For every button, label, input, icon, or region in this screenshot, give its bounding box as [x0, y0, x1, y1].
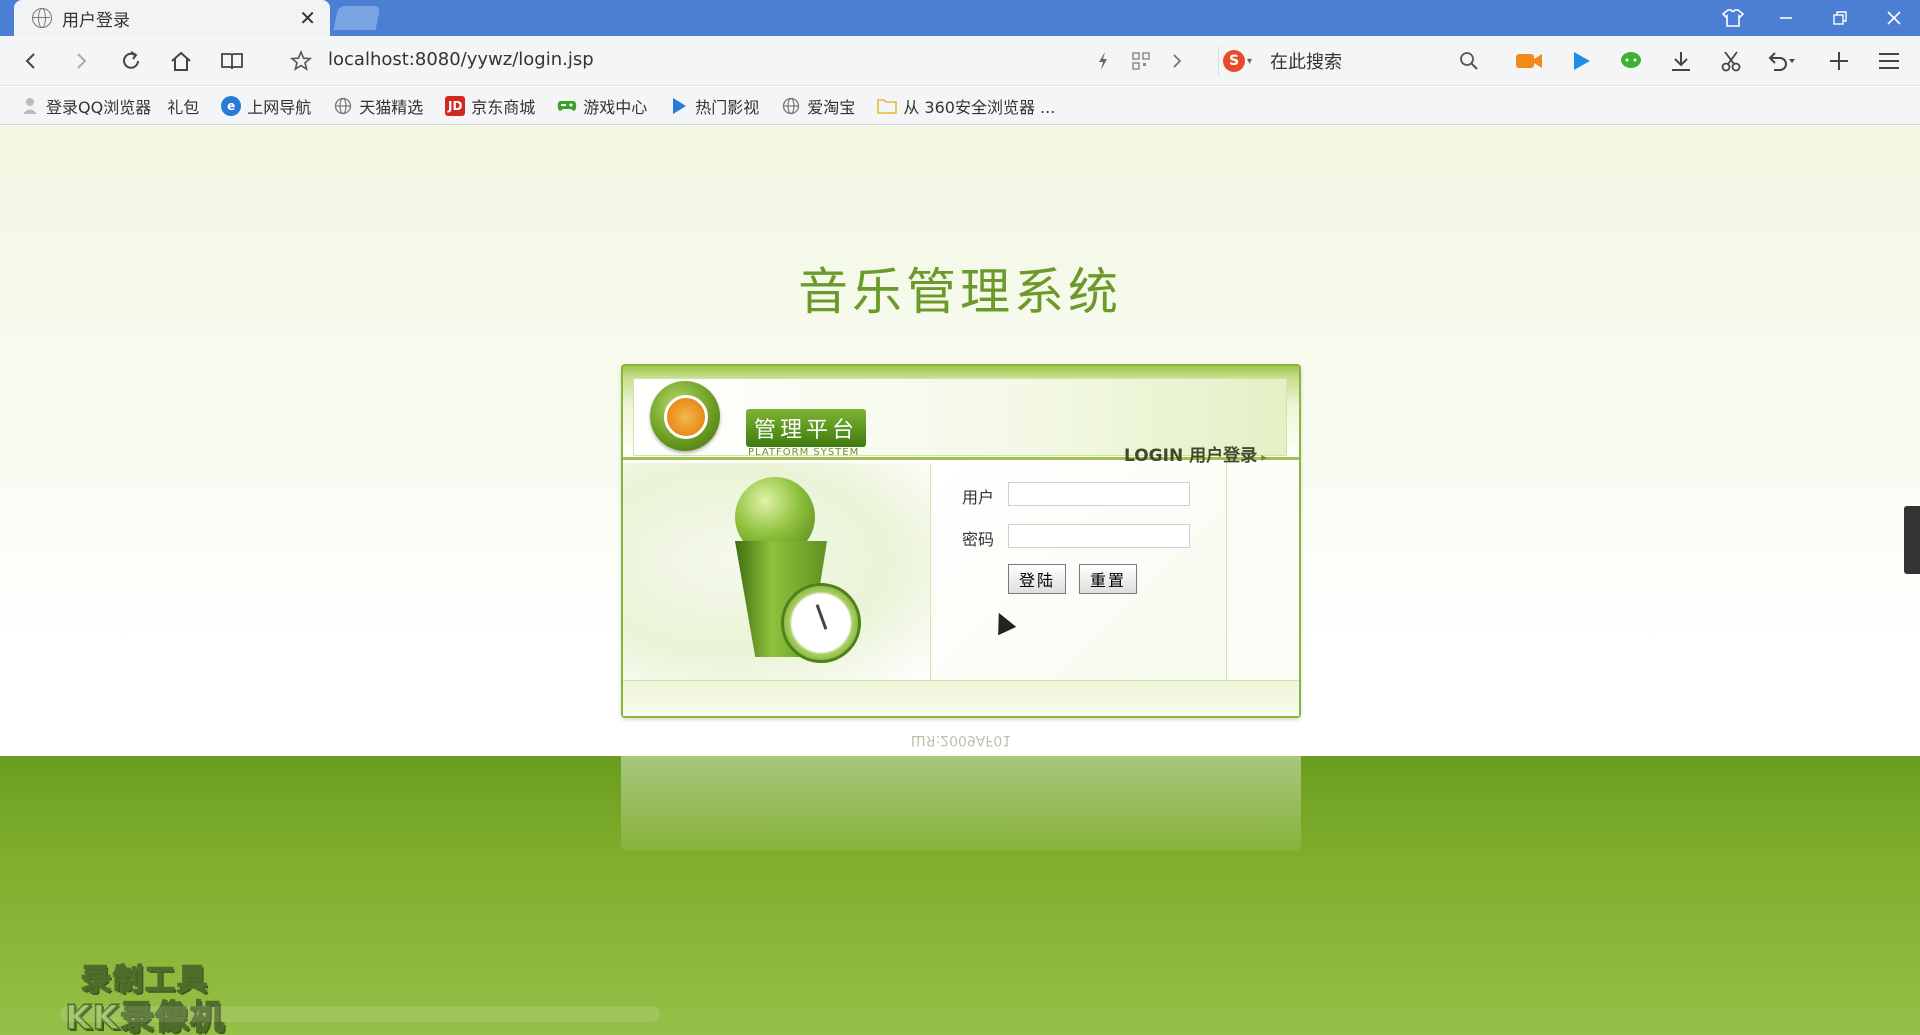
globe-icon: [333, 96, 353, 116]
clock-icon: [781, 583, 861, 663]
tab-close-icon[interactable]: ✕: [299, 6, 316, 30]
menu-icon[interactable]: [1872, 44, 1906, 78]
search-input[interactable]: 在此搜索: [1270, 48, 1342, 74]
bookmark-label: 天猫精选: [359, 97, 424, 117]
search-box[interactable]: S ▾ 在此搜索: [1218, 46, 1488, 76]
reload-button[interactable]: [114, 44, 148, 78]
chevron-right-icon[interactable]: [1160, 44, 1194, 78]
panel-header-inner: 管理平台 PLATFORM SYSTEM LOGIN 用户登录 ▸: [633, 378, 1287, 466]
login-button[interactable]: 登陆: [1008, 564, 1067, 594]
lightning-icon[interactable]: [1086, 44, 1120, 78]
reader-mode-button[interactable]: [215, 44, 249, 78]
folder-icon: [877, 96, 898, 116]
search-icon[interactable]: [1452, 44, 1486, 78]
user-icon: [20, 96, 40, 116]
bookmark-label: 热门影视: [695, 97, 760, 117]
play-icon: [669, 96, 689, 116]
qr-code-icon[interactable]: [1124, 44, 1158, 78]
scissors-icon[interactable]: [1714, 44, 1748, 78]
panel-footer: [623, 680, 1299, 716]
bookmark-label: 从 360安全浏览器 ...: [903, 97, 1056, 117]
panel-body: 用户 密码 登陆 重置: [623, 463, 1299, 680]
bookmark-gift[interactable]: 礼包: [167, 94, 199, 118]
login-page: 音乐管理系统 管理平台 PLATFORM SYSTEM LOGIN 用户登录 ▸ …: [0, 126, 1920, 1035]
bookmarks-bar: 登录QQ浏览器 礼包 e 上网导航 天猫精选 JD 京东商城 游戏中心 热门影视…: [0, 87, 1920, 125]
globe-icon: [32, 8, 52, 28]
username-input[interactable]: [1008, 482, 1190, 506]
back-button[interactable]: [14, 44, 48, 78]
dashboard-gauge-icon: [650, 381, 720, 451]
watermark-line1: 录制工具: [80, 963, 209, 998]
bookmark-jd[interactable]: JD 京东商城: [445, 94, 535, 118]
bookmark-star-icon[interactable]: [284, 44, 318, 78]
bookmark-movies[interactable]: 热门影视: [669, 94, 759, 118]
browser-titlebar: 用户登录 ✕: [0, 0, 1920, 36]
username-label: 用户: [962, 488, 995, 507]
tab-title: 用户登录: [62, 10, 130, 31]
bookmark-label: 礼包: [167, 97, 200, 117]
platform-badge: 管理平台: [746, 409, 867, 447]
panel-header: 管理平台 PLATFORM SYSTEM LOGIN 用户登录 ▸: [623, 366, 1299, 466]
minimize-button[interactable]: [1760, 0, 1812, 36]
login-panel: 管理平台 PLATFORM SYSTEM LOGIN 用户登录 ▸ 用户 密码 登…: [621, 364, 1301, 718]
bookmark-games[interactable]: 游戏中心: [557, 94, 647, 118]
globe-icon: [781, 96, 801, 116]
restore-button[interactable]: [1814, 0, 1866, 36]
bookmark-tmall[interactable]: 天猫精选: [333, 94, 423, 118]
bottom-highlight: [60, 1006, 660, 1022]
ie-icon: e: [221, 95, 242, 116]
panel-side-strip: [1227, 463, 1299, 680]
video-camera-icon[interactable]: [1512, 44, 1546, 78]
gamepad-icon: [557, 96, 577, 116]
recorder-watermark: 录制工具 KK录像机: [40, 963, 250, 1035]
browser-toolbar: localhost:8080/yywz/login.jsp S ▾ 在此搜索: [0, 36, 1920, 86]
reflection-text: ШЯ:2009AF01: [910, 732, 1012, 748]
side-panel-handle[interactable]: [1904, 506, 1920, 574]
bookmark-taobao[interactable]: 爱淘宝: [781, 94, 855, 118]
user-clock-illustration: [623, 463, 931, 680]
home-button[interactable]: [164, 44, 198, 78]
undo-icon[interactable]: [1764, 44, 1798, 78]
bookmark-label: 爱淘宝: [807, 97, 856, 117]
jd-icon: JD: [445, 95, 466, 116]
reset-button[interactable]: 重置: [1079, 564, 1138, 594]
close-window-button[interactable]: [1868, 0, 1920, 36]
skin-icon[interactable]: [1716, 6, 1750, 30]
new-tab-button[interactable]: [333, 6, 381, 30]
page-title: 音乐管理系统: [798, 263, 1122, 321]
bookmark-360-folder[interactable]: 从 360安全浏览器 ...: [877, 94, 1055, 118]
bookmark-label: 京东商城: [471, 97, 536, 117]
bookmark-label: 上网导航: [247, 97, 312, 117]
bookmark-qq-login[interactable]: 登录QQ浏览器: [20, 94, 151, 118]
bookmark-label: 登录QQ浏览器: [46, 97, 152, 117]
video-play-icon[interactable]: [1564, 44, 1598, 78]
panel-reflection: ШЯ:2009AF01: [621, 722, 1301, 850]
browser-tab-active[interactable]: 用户登录 ✕: [14, 0, 330, 36]
platform-subtitle: PLATFORM SYSTEM: [748, 447, 860, 458]
download-icon[interactable]: [1664, 44, 1698, 78]
login-form: 用户 密码 登陆 重置: [931, 463, 1227, 680]
chevron-down-icon[interactable]: ▾: [1247, 56, 1252, 67]
password-label: 密码: [962, 530, 995, 549]
forward-button[interactable]: [64, 44, 98, 78]
arrow-right-icon: ▸: [1261, 450, 1268, 464]
new-tab-plus-icon[interactable]: [1822, 44, 1856, 78]
bookmark-navigation[interactable]: e 上网导航: [221, 94, 311, 118]
sogou-search-icon[interactable]: S: [1223, 50, 1245, 72]
password-input[interactable]: [1008, 524, 1190, 548]
address-bar[interactable]: localhost:8080/yywz/login.jsp: [328, 49, 594, 70]
bookmark-label: 游戏中心: [583, 97, 648, 117]
wechat-icon[interactable]: [1614, 44, 1648, 78]
